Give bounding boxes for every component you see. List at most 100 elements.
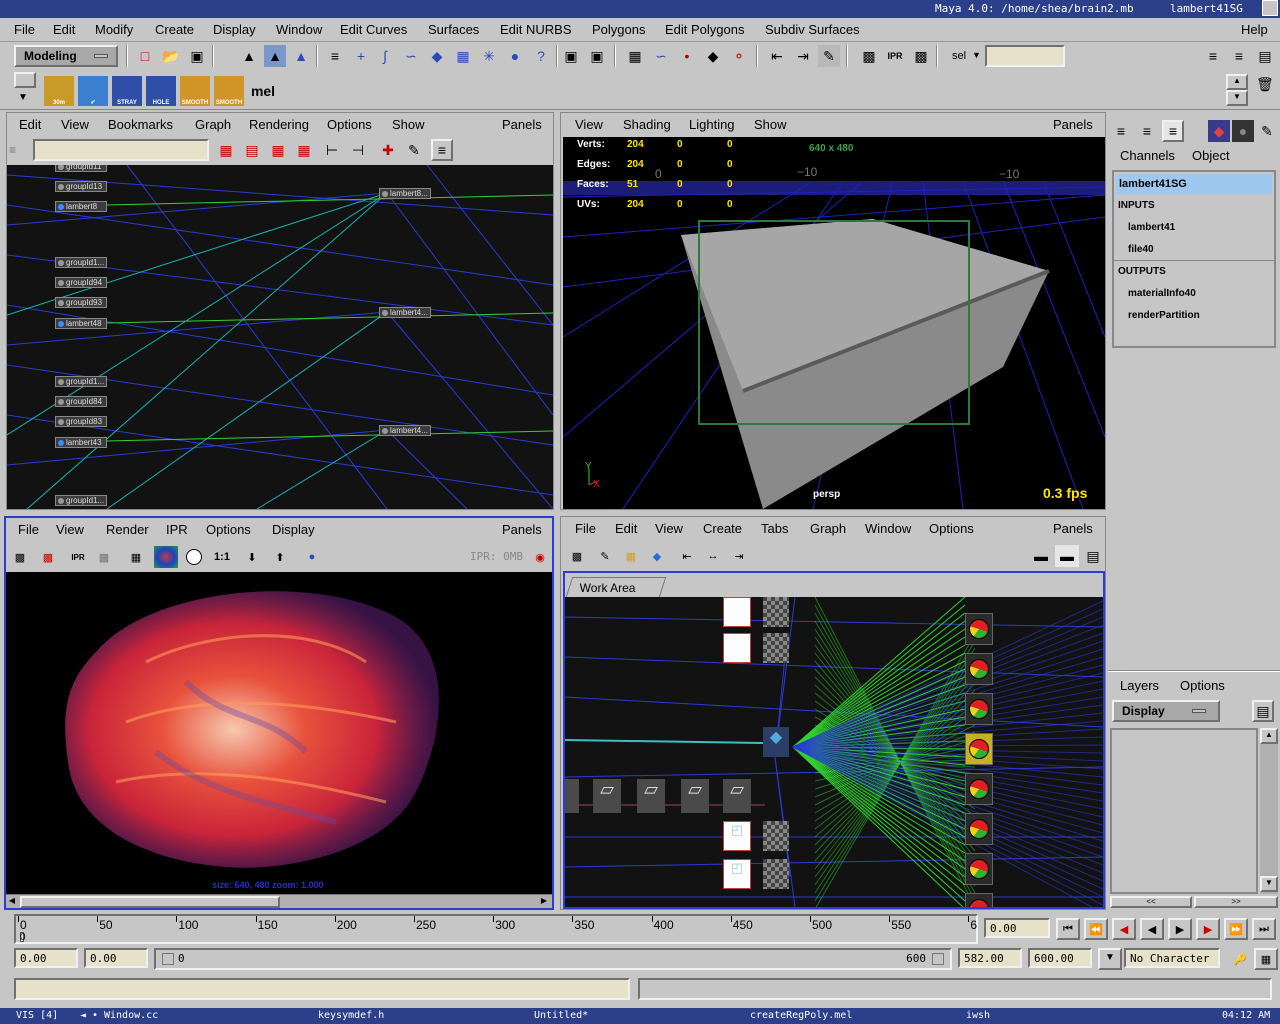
menu-create[interactable]: Create xyxy=(155,22,194,37)
hypergraph-menu-view[interactable]: View xyxy=(61,117,89,132)
select-misc-icon[interactable]: ? xyxy=(530,45,552,67)
menu-file[interactable]: File xyxy=(14,22,35,37)
alpha-channel-icon[interactable] xyxy=(182,546,206,568)
hypershade-arrange-icon[interactable]: ▦ xyxy=(619,545,643,567)
select-rendering-icon[interactable]: ● xyxy=(504,45,526,67)
hypergraph-upstream-icon[interactable]: ⊢ xyxy=(321,139,343,161)
hypershade-toggle-icon[interactable]: ▩ xyxy=(565,545,589,567)
playback-end-field[interactable] xyxy=(958,948,1022,968)
file-texture-swatch[interactable] xyxy=(763,859,789,889)
character-chevron-down-icon[interactable]: ▼ xyxy=(1098,948,1122,970)
refresh-ipr-icon[interactable]: ▩ xyxy=(92,546,116,568)
select-hierarchy-icon[interactable]: ▲ xyxy=(238,45,260,67)
mode-dropdown[interactable]: Modeling xyxy=(14,45,118,67)
snap-curve-icon[interactable]: ∽ xyxy=(650,45,672,67)
hypergraph-node[interactable]: lambert48 xyxy=(55,318,107,329)
script-editor-icon[interactable]: ✎ xyxy=(1256,120,1278,142)
menu-polygons[interactable]: Polygons xyxy=(592,22,645,37)
hypergraph-downstream-icon[interactable]: ⊣ xyxy=(347,139,369,161)
menu-window[interactable]: Window xyxy=(276,22,322,37)
shading-group-swatch[interactable] xyxy=(965,773,993,805)
input-node-file40[interactable]: file40 xyxy=(1128,244,1154,255)
mel-command-input[interactable] xyxy=(14,978,630,1000)
render-menu-render[interactable]: Render xyxy=(106,522,149,537)
hypershade-menu-tabs[interactable]: Tabs xyxy=(761,521,788,536)
menu-edit-polygons[interactable]: Edit Polygons xyxy=(665,22,745,37)
hypergraph-node[interactable]: groupId13 xyxy=(55,181,107,192)
selected-node-name[interactable]: lambert41SG xyxy=(1116,174,1272,194)
select-object-icon[interactable]: ▲ xyxy=(264,45,286,67)
hypergraph-bookmark-icon[interactable]: ✚ xyxy=(377,139,399,161)
shading-group-swatch[interactable] xyxy=(965,693,993,725)
hypergraph-menu-edit[interactable]: Edit xyxy=(19,117,41,132)
hypershade-menu-options[interactable]: Options xyxy=(929,521,974,536)
scroll-left-icon[interactable]: ◀ xyxy=(6,896,18,908)
taskbar-item[interactable]: Untitled* xyxy=(534,1010,588,1021)
hypershade-graph-view[interactable]: ◆ ▱ ▱ ▱ ▱ ◰ ◰ xyxy=(565,597,1103,907)
scroll-up-icon[interactable]: ▲ xyxy=(1260,728,1278,744)
auto-key-icon[interactable]: 🔑 xyxy=(1228,948,1252,970)
hypershade-menu-create[interactable]: Create xyxy=(703,521,742,536)
hypergraph-filter-input[interactable] xyxy=(33,139,209,161)
snap-point-icon[interactable]: • xyxy=(676,45,698,67)
persp-viewport[interactable]: Verts: 204 0 0 Edges: 204 0 0 Faces: 51 … xyxy=(563,137,1105,509)
layers-options-tab[interactable]: Options xyxy=(1180,678,1225,693)
playback-start-field[interactable] xyxy=(84,948,148,968)
bump-node[interactable]: ▱ xyxy=(681,779,709,813)
scroll-down-icon[interactable]: ▼ xyxy=(1260,876,1278,892)
window-close-icon[interactable] xyxy=(1262,0,1278,16)
hypergraph-node[interactable]: groupId84 xyxy=(55,396,107,407)
selection-mask-icon[interactable]: ≡ xyxy=(324,45,346,67)
shading-group-swatch[interactable] xyxy=(965,653,993,685)
hypergraph-shading-group-node[interactable]: lambert4... xyxy=(379,307,431,318)
taskbar-item[interactable]: iwsh xyxy=(966,1010,990,1021)
render-globals-icon[interactable]: ▩ xyxy=(910,45,932,67)
menu-surfaces[interactable]: Surfaces xyxy=(428,22,479,37)
shading-group-swatch[interactable] xyxy=(965,813,993,845)
render-diagnostics-icon[interactable]: ● xyxy=(300,546,324,568)
placement-node-icon[interactable]: ◆ xyxy=(763,727,789,757)
persp-panels-menu[interactable]: Panels xyxy=(1053,117,1093,132)
hypershade-menu-edit[interactable]: Edit xyxy=(615,521,637,536)
persp-menu-show[interactable]: Show xyxy=(754,117,787,132)
output-node-renderpartition[interactable]: renderPartition xyxy=(1128,310,1200,321)
shelf-tab-button[interactable] xyxy=(14,72,36,88)
channel-box-toggle-icon[interactable]: ▤ xyxy=(1254,45,1276,67)
ipr-stop-icon[interactable]: ◉ xyxy=(528,546,552,568)
hypergraph-rebuild-icon[interactable]: ▦ xyxy=(293,139,315,161)
output-connections-icon[interactable]: ⇥ xyxy=(792,45,814,67)
shader-swatch[interactable]: ◰ xyxy=(723,821,751,851)
menu-display[interactable]: Display xyxy=(213,22,256,37)
time-slider-track[interactable]: 0 50 100 150 200 250 300 350 400 450 500 550 6 0 xyxy=(14,914,978,944)
hypershade-menu-file[interactable]: File xyxy=(575,521,596,536)
snap-grid-icon[interactable]: ▦ xyxy=(624,45,646,67)
render-current-frame-icon[interactable]: ▩ xyxy=(858,45,880,67)
output-node-materialinfo40[interactable]: materialInfo40 xyxy=(1128,288,1196,299)
step-back-key-icon[interactable]: ⏪ xyxy=(1084,918,1108,940)
hypergraph-node[interactable]: groupId93 xyxy=(55,297,107,308)
taskbar-item[interactable]: Window.cc xyxy=(104,1010,158,1021)
render-view-image[interactable]: size: 640, 480 zoom: 1.000 xyxy=(6,572,552,894)
channel-layer-layout-icon[interactable]: ≡ xyxy=(1136,120,1158,142)
shelf-select-icon[interactable]: ✔ xyxy=(78,76,108,106)
hypergraph-shading-group-node[interactable]: lambert8... xyxy=(379,188,431,199)
range-slider-track[interactable]: 0 600 xyxy=(154,948,952,970)
go-to-start-icon[interactable]: ⏮ xyxy=(1056,918,1080,940)
hypershade-menu-view[interactable]: View xyxy=(655,521,683,536)
shelf-mel-icon[interactable]: mel xyxy=(248,76,278,106)
channel-box-layout-icon[interactable]: ≡ xyxy=(1110,120,1132,142)
file-texture-swatch[interactable] xyxy=(763,633,789,663)
object-tab[interactable]: Object xyxy=(1192,148,1230,163)
bump-node[interactable]: ▱ xyxy=(723,779,751,813)
shader-swatch[interactable] xyxy=(723,633,751,663)
render-menu-view[interactable]: View xyxy=(56,522,84,537)
shading-group-swatch[interactable] xyxy=(965,893,993,907)
snap-view-plane-icon[interactable]: ◆ xyxy=(702,45,724,67)
menu-edit[interactable]: Edit xyxy=(53,22,75,37)
shelf-smooth-up-icon[interactable]: SMOOTH xyxy=(180,76,210,106)
select-surfaces-icon[interactable]: ◆ xyxy=(426,45,448,67)
ipr-icon[interactable]: IPR xyxy=(66,546,90,568)
ipr-render-icon[interactable]: IPR xyxy=(884,45,906,67)
hypergraph-menu-bookmarks[interactable]: Bookmarks xyxy=(108,117,173,132)
hypergraph-node[interactable]: groupId1... xyxy=(55,376,107,387)
